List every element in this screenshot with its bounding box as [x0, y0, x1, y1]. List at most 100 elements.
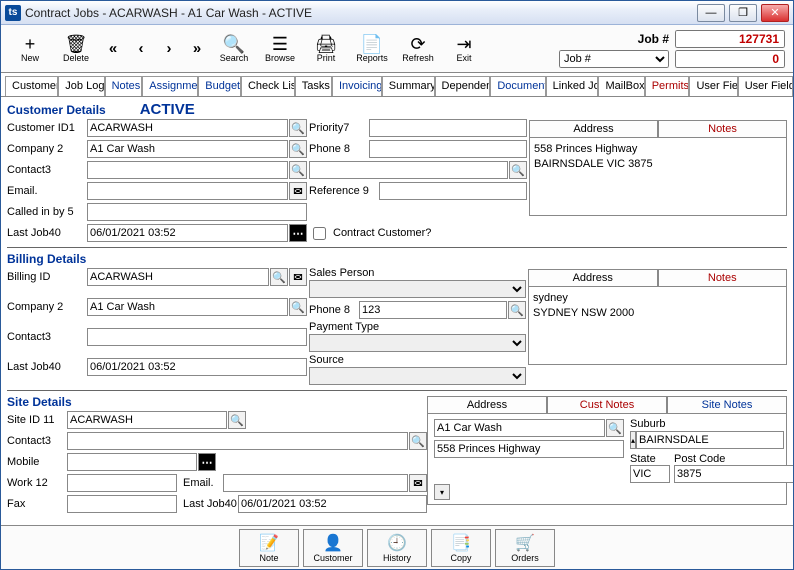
job-searchvalue-field[interactable] — [675, 50, 785, 68]
billing-id-lookup[interactable]: 🔍 — [270, 268, 288, 286]
bill-notes-tab[interactable]: Notes — [658, 269, 788, 287]
site-contact-lookup[interactable]: 🔍 — [409, 432, 427, 450]
site-address-tab[interactable]: Address — [427, 396, 547, 414]
customer-contact-field[interactable] — [87, 161, 288, 179]
payment-type-label: Payment Type — [309, 321, 526, 333]
main-tab-job-log[interactable]: Job Log — [58, 76, 104, 96]
nav-prev-button[interactable]: ‹ — [128, 28, 154, 70]
plus-icon: + — [25, 35, 36, 53]
jobnum-field[interactable] — [675, 30, 785, 48]
customer-contact-lookup[interactable]: 🔍 — [289, 161, 307, 179]
main-tab-permits[interactable]: Permits — [645, 76, 690, 96]
footer-orders-button[interactable]: 🛒Orders — [495, 529, 555, 567]
site-fax-field[interactable] — [67, 495, 177, 513]
suburb-field[interactable] — [636, 431, 784, 449]
refresh-button[interactable]: ⟳Refresh — [396, 28, 440, 70]
footer-copy-button[interactable]: 📑Copy — [431, 529, 491, 567]
main-tab-budget[interactable]: Budget — [198, 76, 241, 96]
bill-address-tab[interactable]: Address — [528, 269, 658, 287]
next-icon: › — [167, 41, 172, 56]
browse-button[interactable]: ☰Browse — [258, 28, 302, 70]
source-select[interactable] — [309, 367, 526, 385]
main-tab-summary[interactable]: Summary — [382, 76, 435, 96]
site-email-btn[interactable]: ✉ — [409, 474, 427, 492]
job-searchkey-select[interactable]: Job # — [559, 50, 669, 68]
customer-company-lookup[interactable]: 🔍 — [289, 140, 307, 158]
main-tab-user-fie[interactable]: User Fie — [689, 76, 737, 96]
main-tab-notes[interactable]: Notes — [105, 76, 143, 96]
cust-address-tab[interactable]: Address — [529, 120, 658, 138]
postcode-field[interactable] — [674, 465, 793, 483]
main-tab-linked-jo[interactable]: Linked Jo — [546, 76, 599, 96]
site-mobile-field[interactable] — [67, 453, 197, 471]
maximize-button[interactable]: ❐ — [729, 4, 757, 22]
billing-lastjob-field[interactable] — [87, 358, 307, 376]
main-tab-user-field[interactable]: User Field — [738, 76, 793, 96]
site-addr-line1[interactable] — [434, 440, 624, 458]
customer-lookup-btn[interactable]: 🔍 — [509, 161, 527, 179]
site-id-lookup[interactable]: 🔍 — [228, 411, 246, 429]
main-tab-mailbox[interactable]: MailBox — [598, 76, 644, 96]
customer-id-lookup[interactable]: 🔍 — [289, 119, 307, 137]
customer-email-label: Email. — [7, 185, 87, 197]
exit-button[interactable]: ⇥Exit — [442, 28, 486, 70]
site-custnotes-tab[interactable]: Cust Notes — [547, 396, 667, 414]
billing-phone-field[interactable] — [359, 301, 507, 319]
billing-panel: Billing ID🔍✉ Company 2🔍 Contact3 Last Jo… — [7, 267, 787, 387]
nav-last-button[interactable]: » — [184, 28, 210, 70]
main-tab-customer[interactable]: Customer — [5, 76, 58, 96]
main-tab-check-lis[interactable]: Check Lis — [241, 76, 295, 96]
main-tab-dependen[interactable]: Dependen — [435, 76, 491, 96]
customer-phone-field[interactable] — [369, 140, 527, 158]
site-addr-company[interactable] — [434, 419, 605, 437]
footer-customer-button[interactable]: 👤Customer — [303, 529, 363, 567]
customer-company-field[interactable] — [87, 140, 288, 158]
contract-customer-check[interactable]: Contract Customer? — [309, 224, 431, 243]
customer-lastjob-more[interactable]: ⋯ — [289, 224, 307, 242]
site-id-field[interactable] — [67, 411, 227, 429]
footer-history-button[interactable]: 🕘History — [367, 529, 427, 567]
customer-email-field[interactable] — [87, 182, 288, 200]
site-addr-dropdown[interactable]: ▾ — [434, 484, 450, 500]
search-button[interactable]: 🔍Search — [212, 28, 256, 70]
customer-priority-field[interactable] — [369, 119, 527, 137]
site-addr-company-lookup[interactable]: 🔍 — [606, 419, 624, 437]
new-button[interactable]: +New — [8, 28, 52, 70]
site-lastjob-label: Last Job40 — [183, 498, 238, 510]
cust-notes-tab[interactable]: Notes — [658, 120, 787, 138]
customer-calledin-field[interactable] — [87, 203, 307, 221]
minimize-button[interactable]: — — [697, 4, 725, 22]
nav-first-button[interactable]: « — [100, 28, 126, 70]
close-button[interactable]: ✕ — [761, 4, 789, 22]
main-tab-invoicing[interactable]: Invoicing — [332, 76, 382, 96]
print-button[interactable]: 🖨Print — [304, 28, 348, 70]
customer-lookup-field[interactable] — [309, 161, 508, 179]
payment-type-select[interactable] — [309, 334, 526, 352]
nav-next-button[interactable]: › — [156, 28, 182, 70]
billing-id-field[interactable] — [87, 268, 269, 286]
main-tab-document[interactable]: Document — [490, 76, 545, 96]
footer-note-button[interactable]: 📝Note — [239, 529, 299, 567]
billing-contact-field[interactable] — [87, 328, 307, 346]
site-email-field[interactable] — [223, 474, 408, 492]
site-sitenotes-tab[interactable]: Site Notes — [667, 396, 787, 414]
customer-ref-field[interactable] — [379, 182, 527, 200]
site-mobile-more[interactable]: ⋯ — [198, 453, 216, 471]
customer-lastjob-field[interactable] — [87, 224, 288, 242]
site-lastjob-field[interactable] — [238, 495, 427, 513]
sales-person-select[interactable] — [309, 280, 526, 298]
main-tab-tasks[interactable]: Tasks — [295, 76, 332, 96]
main-tab-assignment[interactable]: Assignment — [142, 76, 198, 96]
delete-button[interactable]: 🗑Delete — [54, 28, 98, 70]
customer-email-button[interactable]: ✉ — [289, 182, 307, 200]
billing-id-mail[interactable]: ✉ — [289, 268, 307, 286]
billing-company-lookup[interactable]: 🔍 — [289, 298, 307, 316]
billing-company-field[interactable] — [87, 298, 288, 316]
site-contact-field[interactable] — [67, 432, 408, 450]
customer-id-field[interactable] — [87, 119, 288, 137]
billing-phone-lookup[interactable]: 🔍 — [508, 301, 526, 319]
state-field[interactable] — [630, 465, 670, 483]
jobnum-box: Job # Job # — [487, 30, 787, 68]
reports-button[interactable]: 📄Reports — [350, 28, 394, 70]
site-work-field[interactable] — [67, 474, 177, 492]
